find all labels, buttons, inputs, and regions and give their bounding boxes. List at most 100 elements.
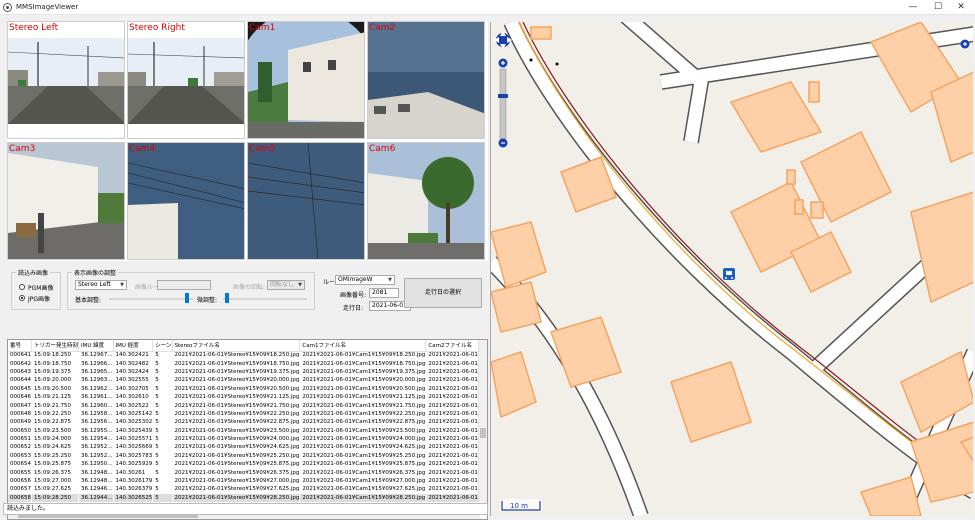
camera-label: Stereo Right [129,23,185,33]
pgm-radio[interactable] [19,284,25,290]
pgm-radio-label: PGM画像 [28,285,54,292]
column-header[interactable]: Stereoファイル名 [172,340,301,352]
table-cell: 15:09:25.875 [34,461,71,468]
table-cell: 000656 [10,478,31,485]
table-cell: 140.3025669 [115,444,153,451]
zoom-in-button[interactable] [498,58,508,68]
column-header[interactable]: IMU 経度 [113,340,154,352]
camera-label: Cam2 [369,23,396,33]
camera-view-stereo-left[interactable]: Stereo Left [7,21,125,139]
table-cell: 36.12966... [81,360,113,367]
column-header[interactable]: IMU 緯度 [78,340,114,352]
table-row[interactable]: 000646 15:09:21.125 36.12961... 140.302610 5… [8,393,487,401]
table-cell: 5 [152,493,172,503]
maximize-button[interactable]: ☐ [927,1,949,14]
map-canvas[interactable]: 10 m [491,22,973,516]
table-cell: 000658 [8,493,32,503]
table-cell: 000653 [10,452,31,459]
table-row[interactable]: 000653 15:09:25.250 36.12952... 140.3025783… [8,452,487,460]
table-cell: 5 [155,469,159,476]
table-row[interactable]: 000647 15:09:21.750 36.12960... 140.302522 5… [8,401,487,409]
jpg-radio-label: JPG画像 [28,296,51,303]
table-cell: 2021¥2021-06-01¥Stereo¥15¥09¥22.875.jpg [174,419,300,426]
table-cell: 140.3025571 [115,436,153,443]
table-cell: 2021¥2021-06-01¥Cam1¥15¥09¥25.875.jpg [302,461,426,468]
table-cell: 2021¥2021-06-01¥Cam1¥15¥09¥23.500.jpg [302,427,426,434]
vertical-scrollbar[interactable] [478,340,487,510]
layer-switcher-icon[interactable] [960,39,970,49]
camera-view-stereo-right[interactable]: Stereo Right [127,21,245,139]
table-cell: 2021¥2021-06-01¥Stereo¥15¥09¥18.750.jpg [174,360,300,367]
table-row[interactable]: 000648 15:09:22.250 36.12958... 140.3025142… [8,410,487,418]
minimize-button[interactable]: — [902,1,924,14]
street-photo [8,22,124,138]
route-select[interactable]: OMimageW ▼ [335,275,395,285]
camera-view-cam6[interactable]: Cam6 [367,142,485,260]
table-cell: 140.3025783 [115,452,153,459]
table-cell: 36.12958... [81,410,113,417]
table-row[interactable]: 000649 15:09:22.875 36.12956... 140.3025302… [8,418,487,426]
table-row[interactable]: 000650 15:09:23.500 36.12955... 140.3025439… [8,427,487,435]
camera-select[interactable]: Stereo Left ▼ [75,280,127,290]
table-row[interactable]: 000652 15:09:24.625 36.12952... 140.3025669… [8,443,487,451]
camera-view-cam4[interactable]: Cam4 [127,142,245,260]
table-row[interactable]: 000656 15:09:27.000 36.12948... 140.3026179… [8,477,487,485]
title-bar: MMSImageViewer — ☐ ✕ [0,0,975,15]
table-cell: 2021¥2021-06-01¥Cam1¥15¥09¥18.250.jpg [302,352,426,359]
table-row[interactable]: 000651 15:09:24.000 36.12954... 140.3025571… [8,435,487,443]
table-row[interactable]: 000654 15:09:25.875 36.12950... 140.3025929… [8,460,487,468]
base-adjust-label: 基本調整: [75,297,102,304]
table-row[interactable]: 000658 15:09:28.250 36.12944... 140.3026525… [8,493,487,503]
camera-label: Cam4 [129,144,156,154]
table-cell: 140.3026179 [115,478,153,485]
table-row[interactable]: 000643 15:09:19.375 36.12965... 140.302424 5… [8,368,487,376]
table-cell: 2021¥2021-06-01¥Stereo¥15¥09¥20.000.jpg [174,377,300,384]
table-row[interactable]: 000645 15:09:20.500 36.12962... 140.302705 5… [8,385,487,393]
jpg-radio[interactable] [19,295,25,301]
zoom-slider-track[interactable] [499,68,507,140]
table-row[interactable]: 000642 15:09:18.750 36.12966... 140.302482 5… [8,359,487,367]
table-cell: 140.3025929 [115,461,153,468]
close-button[interactable]: ✕ [950,1,972,14]
scroll-thumb[interactable] [480,428,486,438]
rotate-select[interactable]: 回転なし ▼ [267,280,305,290]
vehicle-marker-icon[interactable] [723,268,735,280]
map-view[interactable]: 10 m [490,22,973,516]
base-adjust-slider[interactable] [109,298,193,300]
base-adjust-thumb[interactable] [185,293,189,303]
zoom-slider-thumb[interactable] [498,94,508,98]
camera-view-cam1[interactable]: Cam1 [247,21,365,139]
zoom-out-button[interactable] [498,138,508,148]
camera-view-cam2[interactable]: Cam2 [367,21,485,139]
table-row[interactable]: 000657 15:09:27.625 36.12946... 140.3026379… [8,485,487,493]
fine-adjust-thumb[interactable] [225,293,229,303]
table-cell: 5 [155,410,159,417]
column-header[interactable]: シーン [152,340,173,352]
table-cell: 36.12946... [81,486,113,493]
table-cell: 000645 [10,385,31,392]
table-row[interactable]: 000655 15:09:26.375 36.12948... 140.30261 5 2… [8,468,487,476]
image-number-label: 画像番号: [340,292,367,299]
table-cell: 5 [155,377,159,384]
table-cell: 2021¥2021-06-01¥Stereo¥15¥09¥23.500.jpg [174,427,300,434]
camera-view-cam3[interactable]: Cam3 [7,142,125,260]
table-cell: 140.302424 [115,368,149,375]
column-header[interactable]: Cam1ファイル名 [299,340,427,352]
table-cell: 36.12944... [78,493,114,503]
select-date-button[interactable]: 走行日の選択 [404,278,482,308]
table-cell: 000644 [10,377,31,384]
column-header[interactable]: トリガー発生時刻 [31,340,80,352]
table-cell: 000657 [10,486,31,493]
image-route-input[interactable] [157,280,211,290]
fine-adjust-slider[interactable] [223,298,307,300]
table-cell: 2021¥2021-06-01¥Cam1¥15¥09¥25.250.jpg [302,452,426,459]
window-title: MMSImageViewer [16,3,79,11]
table-cell: 2021¥2021-06-01¥Stereo¥15¥09¥18.250.jpg [174,352,300,359]
table-row[interactable]: 000644 15:09:20.000 36.12963... 140.302555 5… [8,376,487,384]
camera-view-cam5[interactable]: Cam5 [247,142,365,260]
column-header[interactable]: 番号 [8,340,32,352]
table-cell: 2021¥2021-06-01¥Cam1¥15¥09¥27.000.jpg [302,478,426,485]
table-cell: 36.12956... [81,419,113,426]
image-number-input[interactable]: 2081 [369,288,399,298]
table-row[interactable]: 000641 15:09:18.250 36.12967... 140.302421 5… [8,351,487,359]
